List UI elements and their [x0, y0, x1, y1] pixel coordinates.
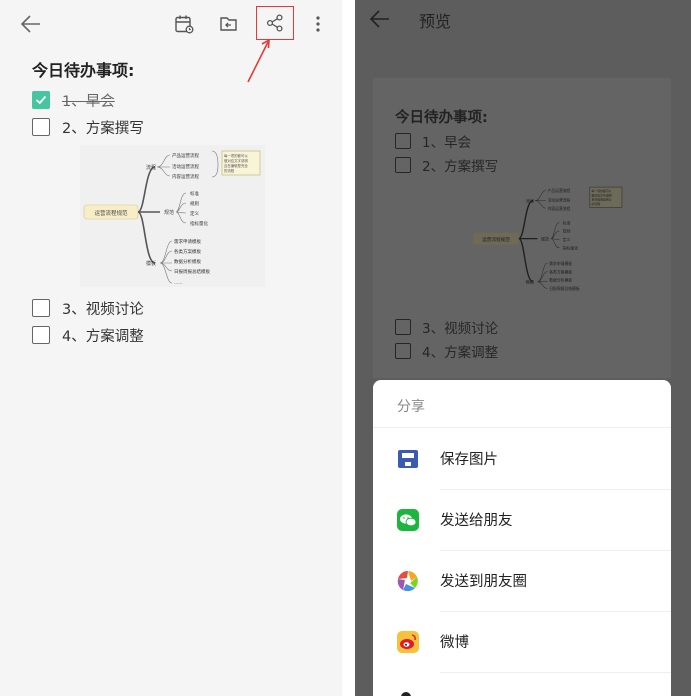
mindmap-leaf: 定义 [563, 237, 571, 242]
screenshot-root: 今日待办事项: 1、早会 2、方案撰写 运营流程规范 流程 规范 模板 产品运营… [0, 0, 691, 696]
preview-todo-item: 3、视频讨论 [395, 317, 498, 337]
mindmap-leaf: 标准 [563, 220, 571, 225]
todo-label: 1、早会 [62, 93, 115, 110]
checkbox [395, 319, 411, 335]
mindmap-note-line: 做对应文字说明 [592, 192, 612, 197]
moments-icon [397, 570, 418, 592]
mindmap-leaf: 需求申请模板 [549, 261, 572, 266]
checkbox[interactable] [32, 118, 50, 136]
save-image-icon [398, 450, 418, 468]
back-arrow-icon[interactable] [367, 6, 393, 32]
mindmap-branch: 模板 [146, 260, 156, 267]
share-option-send-friend[interactable]: 发送给朋友 [373, 489, 671, 550]
mindmap-leaf: 各类方案模板 [174, 248, 201, 255]
share-button[interactable] [256, 6, 294, 40]
share-option-label: 发送到朋友圈 [440, 574, 527, 590]
mindmap-leaf: 指标量化 [563, 246, 578, 251]
weibo-icon [397, 631, 419, 653]
checkbox [395, 157, 411, 173]
todo-label: 2、方案撰写 [422, 159, 499, 175]
editor-toolbar [0, 0, 342, 50]
more-icon[interactable] [309, 12, 327, 36]
mindmap-branch: 模板 [526, 278, 535, 285]
calendar-icon[interactable] [172, 12, 196, 36]
note-editor-screen: 今日待办事项: 1、早会 2、方案撰写 运营流程规范 流程 规范 模板 产品运营… [0, 0, 342, 696]
mindmap-note-line: 且在编辑是完全 [224, 163, 248, 168]
share-option-weibo[interactable]: 微博 [373, 611, 671, 672]
folder-icon[interactable] [217, 12, 241, 36]
mindmap-leaf: 需求申请模板 [174, 238, 201, 245]
back-arrow-icon[interactable] [18, 11, 44, 37]
mindmap-leaf: 各类方案模板 [549, 269, 572, 274]
checkbox [395, 343, 411, 359]
share-sheet-title: 分享 [397, 399, 425, 415]
preview-title: 预览 [419, 12, 452, 31]
mindmap-leaf: ...... [174, 281, 183, 286]
checkbox[interactable] [32, 299, 50, 317]
divider [440, 672, 671, 673]
mindmap-leaf: 产品运营流程 [172, 152, 199, 159]
mindmap-note-line: 且在编辑是完全 [592, 197, 612, 202]
todo-label: 4、方案调整 [422, 345, 499, 361]
share-option-moments[interactable]: 发送到朋友圈 [373, 550, 671, 611]
todo-item[interactable]: 1、早会 [32, 89, 115, 111]
share-option-label: 保存图片 [440, 452, 498, 468]
mindmap-leaf: 日报周报总结模板 [549, 286, 580, 291]
preview-toolbar: 预览 [355, 0, 691, 40]
mindmap-note-line: 的流程 [592, 201, 601, 206]
note-title: 今日待办事项: [32, 61, 135, 80]
mindmap-branch: 规范 [541, 235, 550, 242]
mindmap-leaf: 日报周报总结模板 [174, 268, 210, 275]
todo-label: 1、早会 [422, 135, 472, 151]
checkbox[interactable] [32, 326, 50, 344]
mindmap-note-line: 做对应文字说明 [224, 158, 248, 163]
wechat-icon [397, 509, 419, 531]
mindmap-leaf: 数据分析模板 [549, 278, 572, 283]
todo-label: 3、视频讨论 [62, 301, 144, 318]
todo-item[interactable]: 4、方案调整 [32, 324, 144, 346]
share-icon [266, 14, 283, 32]
todo-item[interactable]: 3、视频讨论 [32, 297, 144, 319]
mindmap-leaf: 规则 [563, 229, 571, 234]
mindmap-leaf: 数据分析模板 [174, 258, 201, 265]
preview-todo-item: 4、方案调整 [395, 341, 498, 361]
todo-label: 4、方案调整 [62, 328, 144, 345]
mindmap-branch: 规范 [164, 209, 174, 216]
preview-screen: 预览 今日待办事项: 1、早会 2、方案撰写 运营流程规范 流程 规范 模板 产… [355, 0, 691, 696]
mindmap-leaf: 标准 [190, 190, 199, 197]
share-sheet: 分享 保存图片 发送给朋友 发送到朋友圈 微博 [373, 380, 671, 696]
todo-label: 3、视频讨论 [422, 321, 499, 337]
mindmap-leaf: 活动运营流程 [548, 197, 571, 202]
mindmap-branch: 流程 [526, 197, 535, 204]
todo-item[interactable]: 2、方案撰写 [32, 116, 144, 138]
mindmap-branch: 流程 [146, 164, 156, 171]
preview-todo-item: 1、早会 [395, 131, 471, 151]
mindmap-leaf: 内容运营流程 [548, 206, 571, 211]
mindmap-image: 运营流程规范 流程 规范 模板 产品运营流程 活动运营流程 内容运营流程 每一项… [80, 145, 265, 287]
share-option-label: 发送给朋友 [440, 513, 513, 529]
checkbox-checked[interactable] [32, 91, 50, 109]
preview-note-title: 今日待办事项: [395, 110, 488, 126]
mindmap-center: 运营流程规范 [94, 209, 128, 217]
share-option-label: 微博 [440, 635, 469, 651]
mindmap-leaf: 活动运营流程 [172, 163, 199, 170]
next-option-icon [401, 692, 411, 696]
mindmap-leaf: 指标量化 [190, 220, 208, 227]
mindmap-note-line: 每一项的都可以 [224, 153, 248, 158]
preview-todo-item: 2、方案撰写 [395, 155, 498, 175]
mindmap-leaf: 产品运营流程 [548, 188, 571, 193]
preview-mindmap-image: 运营流程规范 流程 规范 模板 产品运营流程 活动运营流程 内容运营流程 每一项… [473, 186, 623, 291]
mindmap-leaf: 规则 [190, 200, 199, 207]
mindmap-leaf: 定义 [190, 210, 199, 217]
note-body: 今日待办事项: [32, 58, 332, 84]
checkbox [395, 133, 411, 149]
mindmap-note-line: 每一项的都可以 [592, 188, 612, 193]
share-option-save-image[interactable]: 保存图片 [373, 428, 671, 489]
mindmap-note-line: 的流程 [224, 168, 235, 173]
todo-label: 2、方案撰写 [62, 120, 144, 137]
mindmap-leaf: 内容运营流程 [172, 173, 199, 180]
